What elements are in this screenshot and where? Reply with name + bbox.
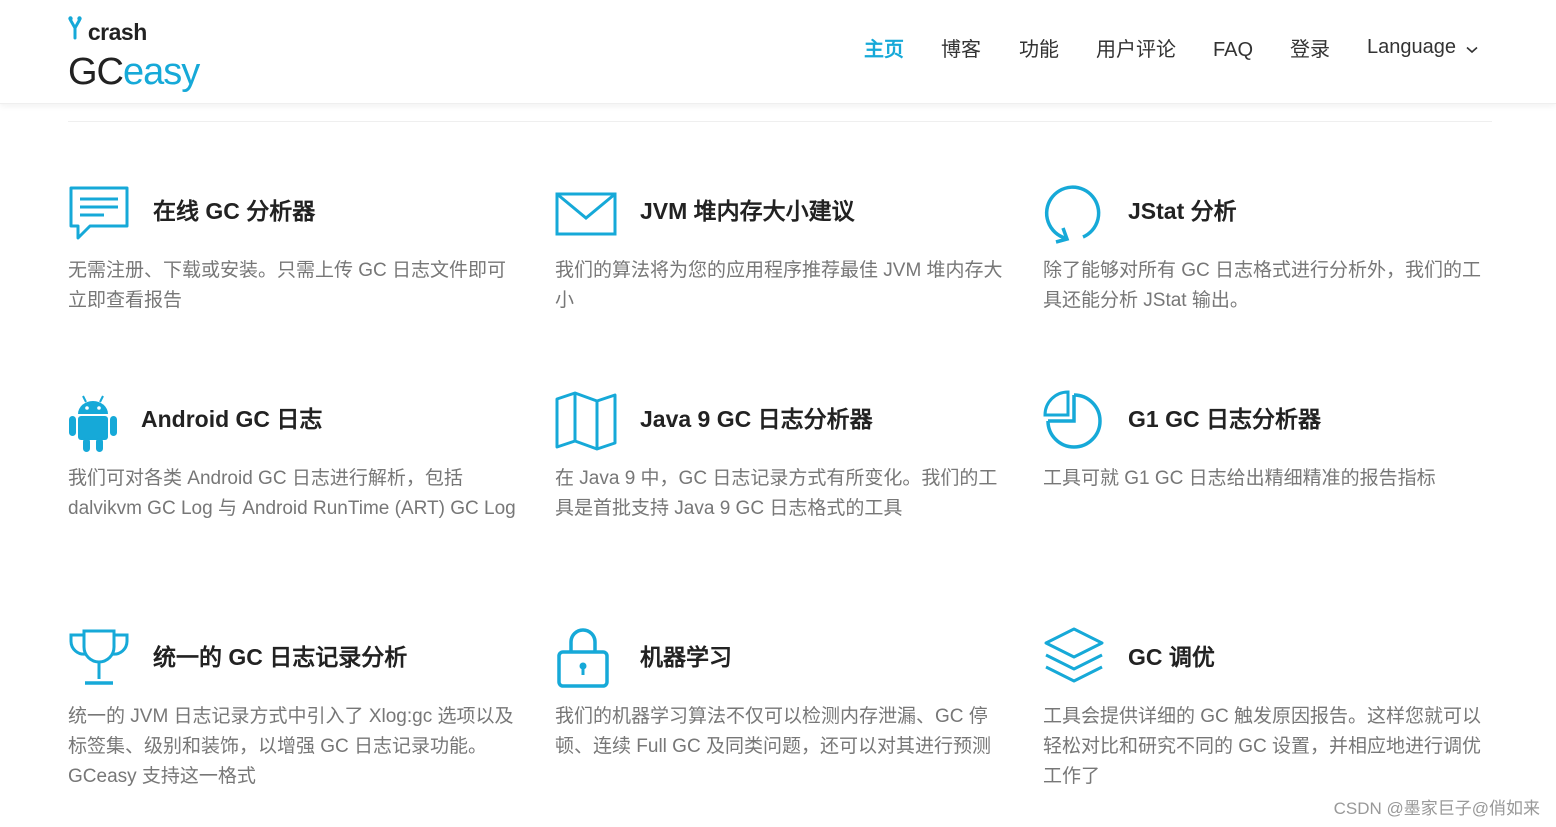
feature-title: Java 9 GC 日志分析器 (640, 406, 873, 432)
nav-features[interactable]: 功能 (1019, 36, 1059, 64)
feature-description: 工具可就 G1 GC 日志给出精细精准的报告指标 (1043, 468, 1436, 489)
feature-description: 我们的机器学习算法不仅可以检测内存泄漏、GC 停顿、连续 Full GC 及同类… (555, 706, 991, 757)
nav-blog[interactable]: 博客 (941, 36, 981, 64)
nav-home[interactable]: 主页 (864, 36, 904, 64)
header-divider (68, 121, 1492, 122)
chat-icon (68, 186, 130, 247)
feature-description: 我们可对各类 Android GC 日志进行解析，包括 dalvikvm GC … (68, 468, 516, 519)
feature-title: G1 GC 日志分析器 (1128, 406, 1321, 432)
chevron-down-icon (1466, 34, 1478, 62)
nav-faq[interactable]: FAQ (1213, 36, 1253, 64)
pie-chart-icon (1043, 390, 1105, 457)
feature-title: JVM 堆内存大小建议 (640, 198, 855, 224)
feature-title: GC 调优 (1128, 644, 1215, 670)
feature-description: 工具会提供详细的 GC 触发原因报告。这样您就可以轻松对比和研究不同的 GC 设… (1043, 706, 1482, 787)
feature-description: 无需注册、下载或安装。只需上传 GC 日志文件即可立即查看报告 (68, 260, 507, 311)
main-nav: 主页 博客 功能 用户评论 FAQ 登录 Language (0, 36, 1556, 66)
feature-title: 统一的 GC 日志记录分析 (153, 644, 408, 670)
nav-reviews[interactable]: 用户评论 (1096, 36, 1176, 64)
refresh-icon (1043, 182, 1103, 249)
nav-language-label: Language (1367, 36, 1456, 58)
nav-language[interactable]: Language (1367, 33, 1478, 62)
feature-description: 统一的 JVM 日志记录方式中引入了 Xlog:gc 选项以及标签集、级别和装饰… (68, 706, 514, 787)
envelope-icon (555, 192, 617, 241)
android-icon (68, 394, 118, 457)
feature-title: 在线 GC 分析器 (153, 198, 316, 224)
feature-title: Android GC 日志 (141, 406, 323, 432)
feature-description: 我们的算法将为您的应用程序推荐最佳 JVM 堆内存大小 (555, 260, 1003, 311)
site-header: crash GCeasy 主页 博客 功能 用户评论 FAQ 登录 Langua… (0, 0, 1556, 104)
feature-description: 在 Java 9 中，GC 日志记录方式有所变化。我们的工具是首批支持 Java… (555, 468, 998, 519)
csdn-watermark: CSDN @墨家巨子@俏如来 (1333, 799, 1540, 818)
lock-icon (555, 628, 611, 695)
map-icon (555, 391, 617, 456)
layers-icon (1043, 626, 1105, 693)
nav-login[interactable]: 登录 (1290, 36, 1330, 64)
feature-description: 除了能够对所有 GC 日志格式进行分析外，我们的工具还能分析 JStat 输出。 (1043, 260, 1482, 311)
trophy-icon (68, 629, 130, 692)
feature-title: JStat 分析 (1128, 198, 1237, 224)
feature-title: 机器学习 (640, 644, 732, 670)
